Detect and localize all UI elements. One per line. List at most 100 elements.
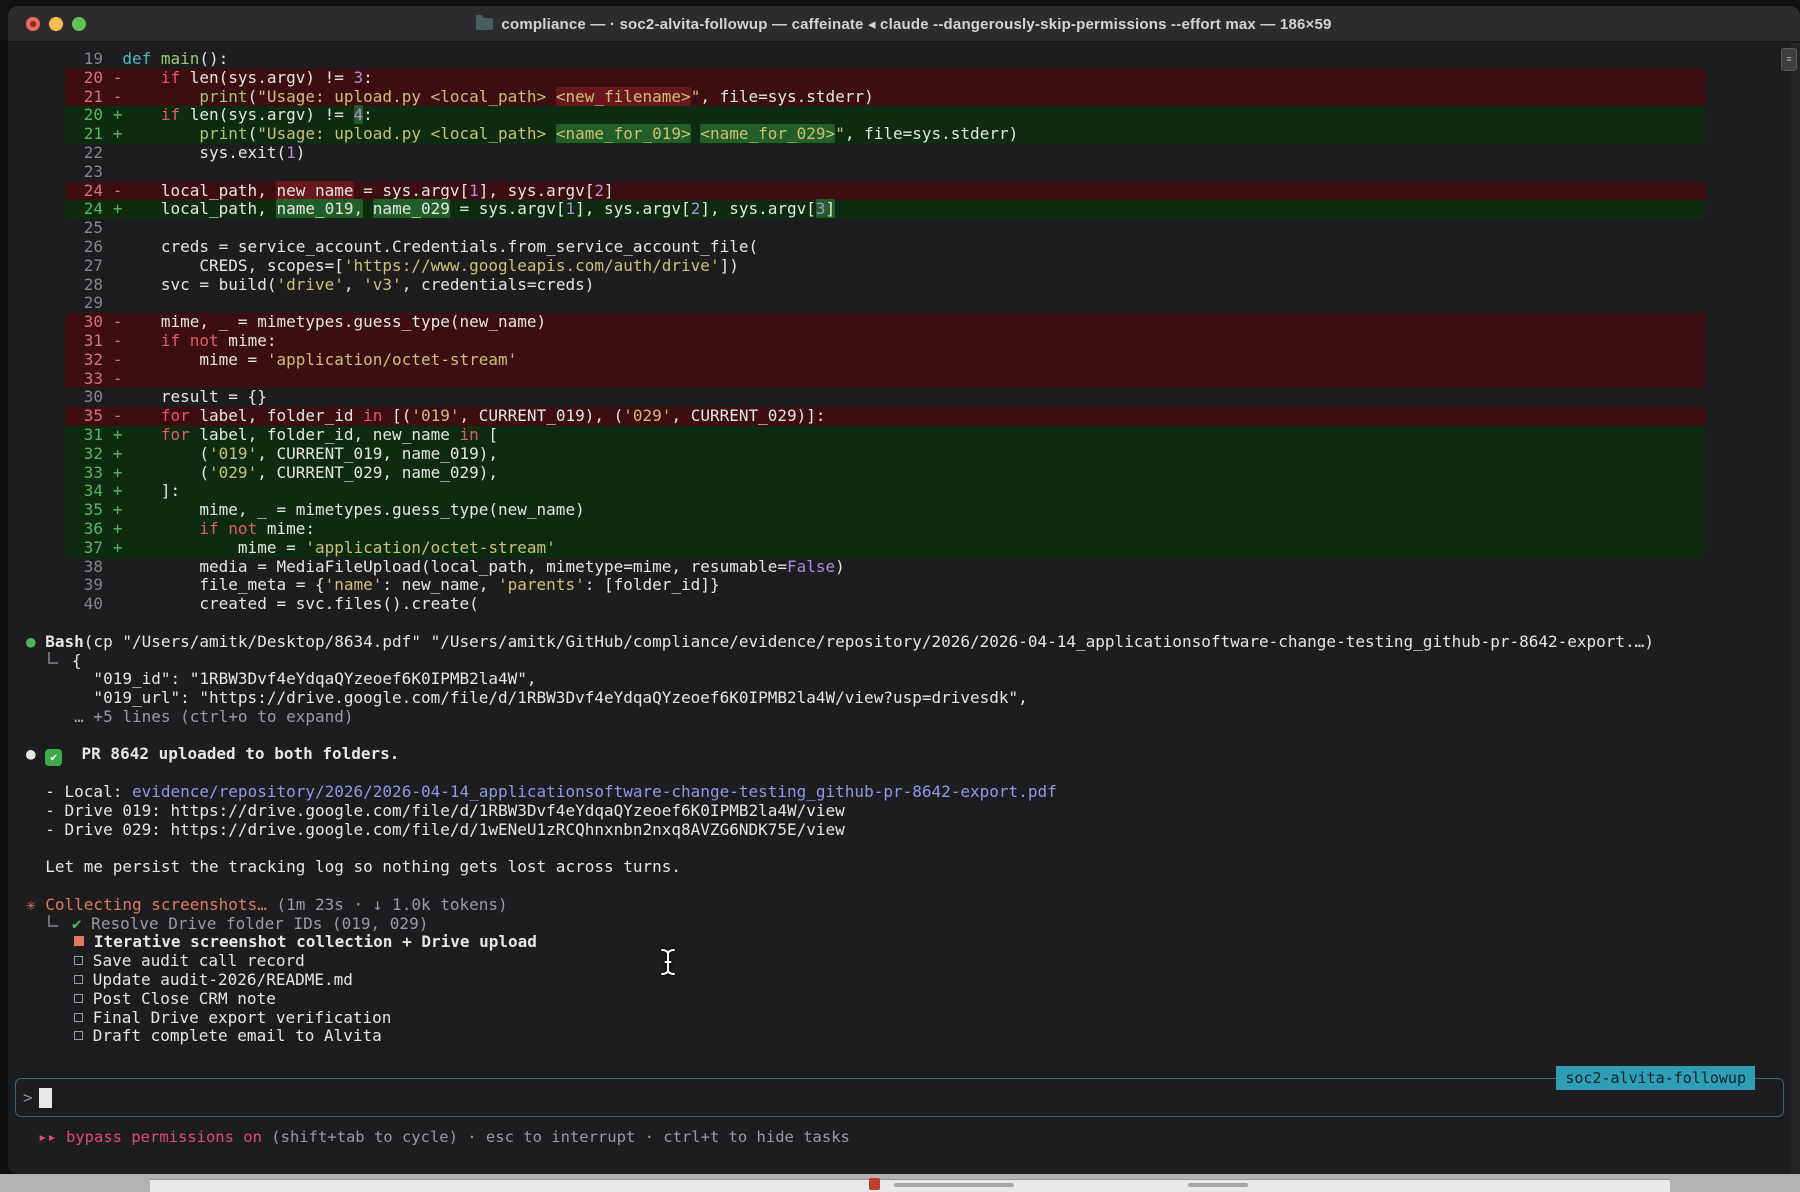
output-line xyxy=(8,839,1800,858)
diff-line: 24 - local_path, new_name = sys.argv[1],… xyxy=(8,182,1800,201)
diff-line: 21 - print("Usage: upload.py <local_path… xyxy=(8,88,1800,107)
line-number: 22 xyxy=(26,143,122,162)
diff-line: 39 file_meta = {'name': new_name, 'paren… xyxy=(8,576,1800,595)
diff-line-text: 35 + mime, _ = mimetypes.guess_type(new_… xyxy=(26,500,585,519)
close-button-icon[interactable] xyxy=(26,17,40,31)
title-bar[interactable]: compliance — · soc2-alvita-followup — ca… xyxy=(8,6,1800,42)
prompt-symbol: > xyxy=(23,1088,33,1107)
line-number: 33 + xyxy=(26,463,122,482)
diff-line: 31 - if not mime: xyxy=(8,332,1800,351)
line-number: 25 xyxy=(26,218,122,237)
diff-line-text: 37 + mime = 'application/octet-stream' xyxy=(26,538,556,557)
minimize-button-icon[interactable] xyxy=(49,17,63,31)
line-number: 21 + xyxy=(26,124,122,143)
output-line-text: { xyxy=(26,651,82,670)
diff-line-text: 23 xyxy=(26,162,122,181)
output-line: Iterative screenshot collection + Drive … xyxy=(8,933,1800,952)
output-line-text: Post Close CRM note xyxy=(26,989,276,1008)
line-number: 32 - xyxy=(26,350,122,369)
output-line: ● Bash(cp "/Users/amitk/Desktop/8634.pdf… xyxy=(8,633,1800,652)
output-line: "019_id": "1RBW3Dvf4eYdqaQYzeoef6K0IPMB2… xyxy=(8,670,1800,689)
diff-line-text: 33 - xyxy=(26,369,122,388)
output-line: { xyxy=(8,652,1800,671)
diff-line-text: 25 xyxy=(26,218,122,237)
output-line xyxy=(8,764,1800,783)
output-line-text: Draft complete email to Alvita xyxy=(26,1026,382,1045)
task-active-icon xyxy=(74,936,84,946)
prompt-input[interactable]: > xyxy=(15,1078,1784,1117)
status-bar: ▸▸ bypass permissions on (shift+tab to c… xyxy=(38,1128,850,1146)
output-line: - Drive 029: https://drive.google.com/fi… xyxy=(8,821,1800,840)
terminal-window: compliance — · soc2-alvita-followup — ca… xyxy=(8,6,1800,1174)
line-number: 21 - xyxy=(26,87,122,106)
diff-deleted-band xyxy=(65,370,1705,389)
output-line: ✔ Resolve Drive folder IDs (019, 029) xyxy=(8,915,1800,934)
diff-line-text: 27 CREDS, scopes=['https://www.googleapi… xyxy=(26,256,739,275)
diff-line-text: 20 + if len(sys.argv) != 4: xyxy=(26,105,373,124)
diff-line: 23 xyxy=(8,163,1800,182)
output-line-text: "019_url": "https://drive.google.com/fil… xyxy=(26,688,1028,707)
diff-line-text: 19 def main(): xyxy=(26,49,228,68)
diff-line: 35 - for label, folder_id in [('019', CU… xyxy=(8,407,1800,426)
output-line xyxy=(8,877,1800,896)
output-line: - Local: evidence/repository/2026/2026-0… xyxy=(8,783,1800,802)
output-line: Post Close CRM note xyxy=(8,990,1800,1009)
line-number: 37 + xyxy=(26,538,122,557)
diff-line-text: 38 media = MediaFileUpload(local_path, m… xyxy=(26,557,845,576)
pdf-file-icon xyxy=(869,1178,880,1190)
diff-line: 33 + ('029', CURRENT_029, name_029), xyxy=(8,464,1800,483)
line-number: 35 - xyxy=(26,406,122,425)
task-pending-icon xyxy=(74,956,83,965)
diff-line: 29 xyxy=(8,294,1800,313)
output-line: Update audit-2026/README.md xyxy=(8,971,1800,990)
diff-line-text: 33 + ('029', CURRENT_029, name_029), xyxy=(26,463,498,482)
scrollbar-button[interactable]: ≡ xyxy=(1781,48,1797,71)
output-line-text: "019_id": "1RBW3Dvf4eYdqaQYzeoef6K0IPMB2… xyxy=(26,669,537,688)
output-line-text: ✳ Collecting screenshots… (1m 23s · ↓ 1.… xyxy=(26,895,508,914)
diff-line-text: 24 + local_path, name_019, name_029 = sy… xyxy=(26,199,835,218)
diff-line: 25 xyxy=(8,219,1800,238)
diff-added-band xyxy=(65,482,1705,501)
mouse-cursor-ibeam xyxy=(658,946,678,978)
diff-line: 24 + local_path, name_019, name_029 = sy… xyxy=(8,200,1800,219)
diff-line: 34 + ]: xyxy=(8,482,1800,501)
diff-line: 21 + print("Usage: upload.py <local_path… xyxy=(8,125,1800,144)
line-number: 20 - xyxy=(26,68,122,87)
diff-line-text: 31 + for label, folder_id, new_name in [ xyxy=(26,425,498,444)
diff-line-text: 39 file_meta = {'name': new_name, 'paren… xyxy=(26,575,720,594)
line-number: 31 + xyxy=(26,425,122,444)
scrollbar-track[interactable] xyxy=(1791,43,1800,1174)
elbow-icon xyxy=(48,915,58,927)
output-line: "019_url": "https://drive.google.com/fil… xyxy=(8,689,1800,708)
line-number: 23 xyxy=(26,162,122,181)
line-number: 40 xyxy=(26,594,122,613)
output-line-text: Let me persist the tracking log so nothi… xyxy=(26,857,681,876)
folder-icon xyxy=(476,18,493,30)
output-line-text: ● PR 8642 uploaded to both folders. xyxy=(26,744,399,763)
diff-line: 35 + mime, _ = mimetypes.guess_type(new_… xyxy=(8,501,1800,520)
diff-line-text: 26 creds = service_account.Credentials.f… xyxy=(26,237,758,256)
output-line: ● PR 8642 uploaded to both folders. xyxy=(8,745,1800,764)
line-number: 24 + xyxy=(26,199,122,218)
output-line-text: ● Bash(cp "/Users/amitk/Desktop/8634.pdf… xyxy=(26,632,1654,651)
zoom-button-icon[interactable] xyxy=(72,17,86,31)
window-title: compliance — · soc2-alvita-followup — ca… xyxy=(501,15,1331,33)
title-wrap: compliance — · soc2-alvita-followup — ca… xyxy=(8,15,1800,33)
elbow-icon xyxy=(48,652,58,664)
task-pending-icon xyxy=(74,1031,83,1040)
session-badge: soc2-alvita-followup xyxy=(1556,1066,1755,1090)
diff-line: 36 + if not mime: xyxy=(8,520,1800,539)
diff-line-text: 34 + ]: xyxy=(26,481,180,500)
diff-line-text: 21 - print("Usage: upload.py <local_path… xyxy=(26,87,874,106)
line-number: 19 xyxy=(26,49,122,68)
output-line: … +5 lines (ctrl+o to expand) xyxy=(8,708,1800,727)
text-cursor-block xyxy=(39,1088,52,1108)
diff-line-text: 30 result = {} xyxy=(26,387,267,406)
output-line-text: Save audit call record xyxy=(26,951,305,970)
background-text-bar xyxy=(1188,1183,1248,1187)
diff-line: 31 + for label, folder_id, new_name in [ xyxy=(8,426,1800,445)
diff-line: 32 - mime = 'application/octet-stream' xyxy=(8,351,1800,370)
output-line xyxy=(8,727,1800,746)
diff-line: 22 sys.exit(1) xyxy=(8,144,1800,163)
line-number: 31 - xyxy=(26,331,122,350)
